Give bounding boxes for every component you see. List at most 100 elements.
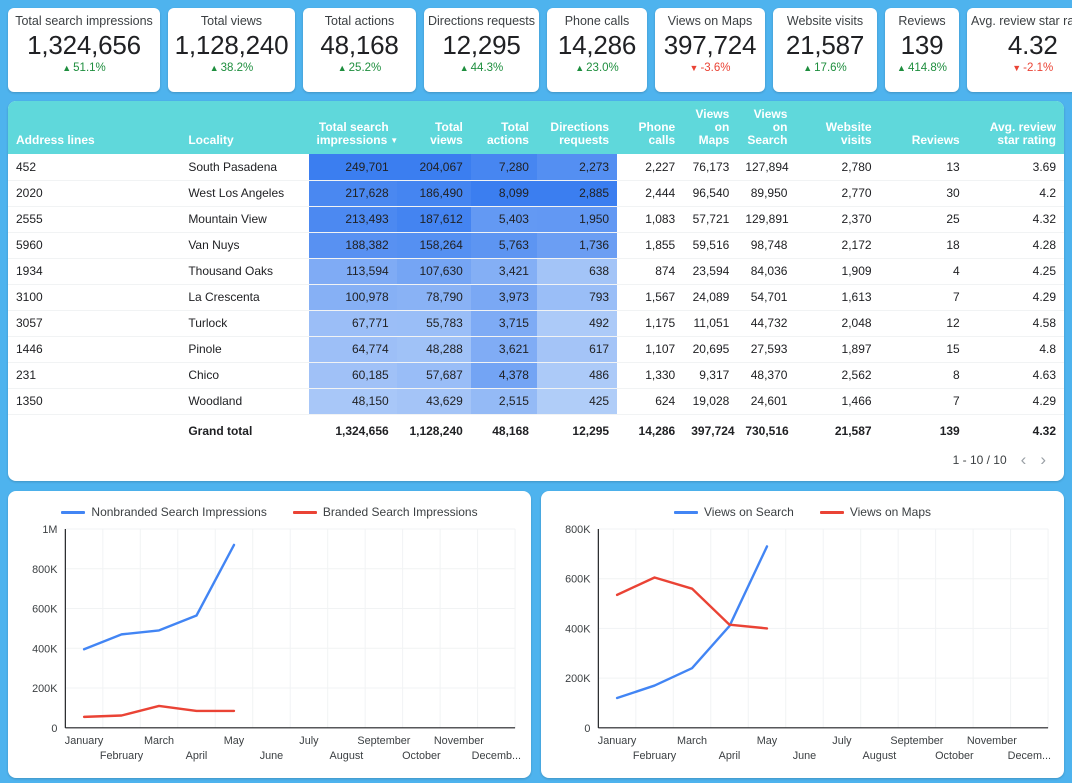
cell-rating: 4.58	[968, 310, 1064, 336]
x-axis-tick-label: January	[598, 735, 637, 747]
cell-views: 186,490	[397, 180, 471, 206]
cell-address-lines: 452	[8, 154, 180, 180]
cell-rating: 4.28	[968, 232, 1064, 258]
table-row[interactable]: 2020West Los Angeles217,628186,4908,0992…	[8, 180, 1064, 206]
scorecard-delta: ▼-2.1%	[1012, 61, 1053, 75]
cell-locality: Chico	[180, 362, 308, 388]
cell-maps: 57,721	[683, 206, 737, 232]
y-axis-tick-label: 800K	[32, 564, 58, 576]
legend-entry-views-on-search[interactable]: Views on Search	[674, 505, 794, 519]
legend-entry-views-on-maps[interactable]: Views on Maps	[820, 505, 931, 519]
cell-calls: 874	[617, 258, 683, 284]
legend-entry-nonbranded[interactable]: Nonbranded Search Impressions	[61, 505, 266, 519]
scorecard-avg-review-star-rating[interactable]: Avg. review star rating 4.32 ▼-2.1%	[967, 8, 1072, 92]
scorecard-row: Total search impressions 1,324,656 ▲51.1…	[8, 8, 1064, 92]
chart-plot-area-right[interactable]: 0200K400K600K800KJanuaryFebruaryMarchApr…	[551, 523, 1054, 774]
x-axis-tick-label: February	[633, 750, 677, 762]
scorecard-delta: ▲25.2%	[338, 61, 382, 75]
grand-total-calls: 14,286	[617, 414, 683, 448]
table-row[interactable]: 2555Mountain View213,493187,6125,4031,95…	[8, 206, 1064, 232]
scorecard-directions-requests[interactable]: Directions requests 12,295 ▲44.3%	[424, 8, 539, 92]
legend-entry-branded[interactable]: Branded Search Impressions	[293, 505, 478, 519]
table-row[interactable]: 5960Van Nuys188,382158,2645,7631,7361,85…	[8, 232, 1064, 258]
x-axis-tick-label: September	[357, 735, 410, 747]
cell-calls: 1,855	[617, 232, 683, 258]
column-header-website-visits[interactable]: Website visits	[795, 101, 879, 154]
x-axis-tick-label: August	[863, 750, 897, 762]
cell-actions: 5,763	[471, 232, 537, 258]
cell-actions: 3,715	[471, 310, 537, 336]
x-axis-tick-label: October	[402, 750, 441, 762]
legend-label: Views on Maps	[850, 505, 931, 519]
cell-impressions: 213,493	[309, 206, 397, 232]
scorecard-delta: ▲23.0%	[575, 61, 619, 75]
scorecard-total-actions[interactable]: Total actions 48,168 ▲25.2%	[303, 8, 416, 92]
x-axis-tick-label: August	[330, 750, 364, 762]
scorecard-total-search-impressions[interactable]: Total search impressions 1,324,656 ▲51.1…	[8, 8, 160, 92]
y-axis-tick-label: 600K	[565, 574, 591, 586]
table-row[interactable]: 1934Thousand Oaks113,594107,6303,4216388…	[8, 258, 1064, 284]
table-row[interactable]: 3057Turlock67,77155,7833,7154921,17511,0…	[8, 310, 1064, 336]
column-header-directions-requests[interactable]: Directions requests	[537, 101, 617, 154]
cell-locality: Woodland	[180, 388, 308, 414]
scorecard-delta: ▲38.2%	[210, 61, 254, 75]
column-header-address-lines[interactable]: Address lines	[8, 101, 180, 154]
cell-directions: 1,950	[537, 206, 617, 232]
table-row[interactable]: 1350Woodland48,15043,6292,51542562419,02…	[8, 388, 1064, 414]
grand-total-spacer	[8, 414, 180, 448]
column-header-phone-calls[interactable]: Phone calls	[617, 101, 683, 154]
column-header-label: Total search impressions	[317, 120, 389, 147]
column-header-total-search-impressions[interactable]: Total search impressions▼	[309, 101, 397, 154]
cell-search: 127,894	[737, 154, 795, 180]
arrow-up-icon: ▲	[803, 64, 812, 73]
cell-impressions: 217,628	[309, 180, 397, 206]
cell-reviews: 7	[880, 388, 968, 414]
cell-views: 158,264	[397, 232, 471, 258]
charts-row: Nonbranded Search Impressions Branded Se…	[8, 491, 1064, 778]
grand-total-actions: 48,168	[471, 414, 537, 448]
chart-plot-area-left[interactable]: 0200K400K600K800K1MJanuaryFebruaryMarchA…	[18, 523, 521, 774]
cell-search: 24,601	[737, 388, 795, 414]
arrow-down-icon: ▼	[1012, 64, 1021, 73]
column-header-locality[interactable]: Locality	[180, 101, 308, 154]
column-header-total-views[interactable]: Total views	[397, 101, 471, 154]
table-row[interactable]: 231Chico60,18557,6874,3784861,3309,31748…	[8, 362, 1064, 388]
scorecard-website-visits[interactable]: Website visits 21,587 ▲17.6%	[773, 8, 877, 92]
cell-locality: Van Nuys	[180, 232, 308, 258]
pagination-next-button[interactable]: ›	[1040, 451, 1046, 468]
cell-address-lines: 231	[8, 362, 180, 388]
y-axis-tick-label: 800K	[565, 524, 591, 536]
scorecard-views-on-maps[interactable]: Views on Maps 397,724 ▼-3.6%	[655, 8, 765, 92]
y-axis-tick-label: 400K	[32, 643, 58, 655]
scorecard-value: 397,724	[664, 29, 757, 61]
scorecard-total-views[interactable]: Total views 1,128,240 ▲38.2%	[168, 8, 295, 92]
arrow-up-icon: ▲	[338, 64, 347, 73]
x-axis-tick-label: April	[719, 750, 741, 762]
x-axis-tick-label: April	[186, 750, 208, 762]
column-header-reviews[interactable]: Reviews	[880, 101, 968, 154]
locations-table: Address lines Locality Total search impr…	[8, 101, 1064, 448]
table-row[interactable]: 1446Pinole64,77448,2883,6216171,10720,69…	[8, 336, 1064, 362]
cell-website: 2,172	[795, 232, 879, 258]
cell-search: 98,748	[737, 232, 795, 258]
grand-total-row: Grand total 1,324,656 1,128,240 48,168 1…	[8, 414, 1064, 448]
legend-swatch-icon	[293, 511, 317, 514]
pagination-prev-button[interactable]: ‹	[1021, 451, 1027, 468]
scorecard-phone-calls[interactable]: Phone calls 14,286 ▲23.0%	[547, 8, 647, 92]
table-row[interactable]: 3100La Crescenta100,97878,7903,9737931,5…	[8, 284, 1064, 310]
column-header-views-on-search[interactable]: Views on Search	[737, 101, 795, 154]
arrow-up-icon: ▲	[210, 64, 219, 73]
cell-rating: 4.63	[968, 362, 1064, 388]
table-body: 452South Pasadena249,701204,0677,2802,27…	[8, 154, 1064, 414]
table-row[interactable]: 452South Pasadena249,701204,0677,2802,27…	[8, 154, 1064, 180]
cell-impressions: 249,701	[309, 154, 397, 180]
column-header-avg-review-star-rating[interactable]: Avg. review star rating	[968, 101, 1064, 154]
scorecard-label: Total actions	[325, 14, 394, 29]
scorecard-reviews[interactable]: Reviews 139 ▲414.8%	[885, 8, 959, 92]
chart-series-line	[617, 546, 767, 698]
column-header-views-on-maps[interactable]: Views on Maps	[683, 101, 737, 154]
scorecard-value: 48,168	[320, 29, 398, 61]
cell-directions: 492	[537, 310, 617, 336]
column-header-total-actions[interactable]: Total actions	[471, 101, 537, 154]
cell-rating: 4.25	[968, 258, 1064, 284]
